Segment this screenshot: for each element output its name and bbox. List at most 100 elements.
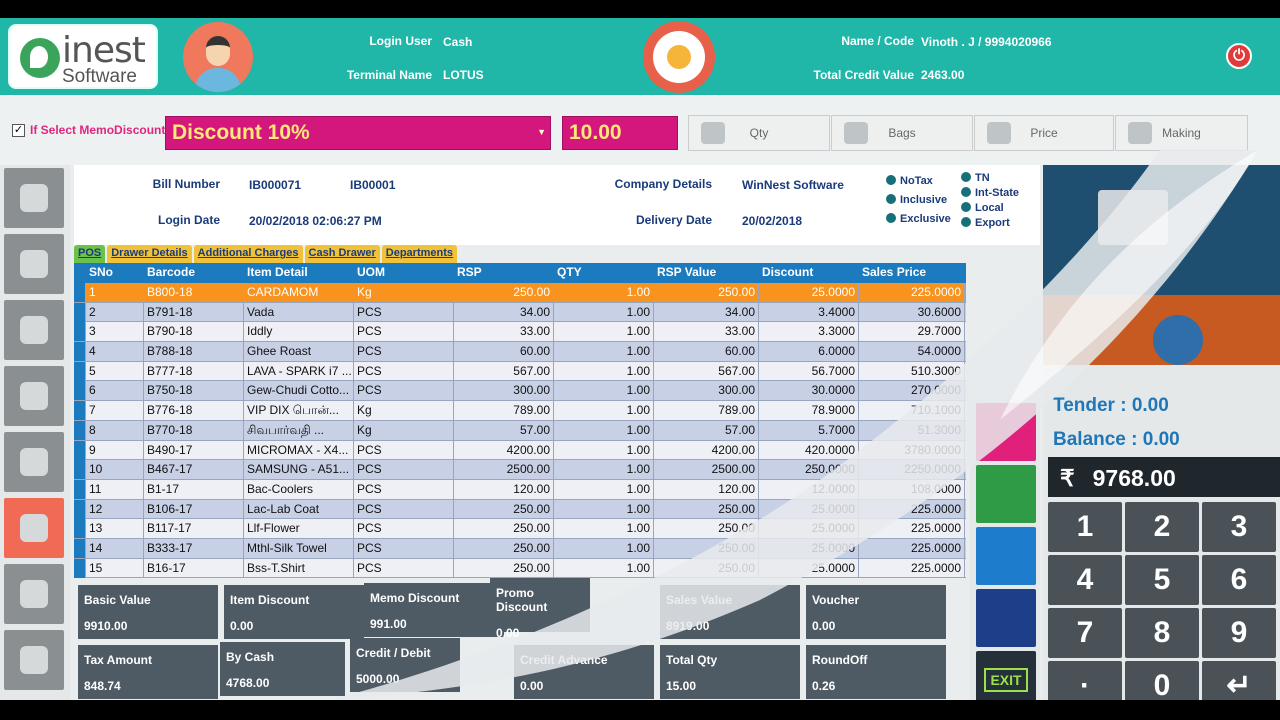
tab-price[interactable]: Price [974, 115, 1114, 151]
tab-qty[interactable]: Qty [688, 115, 830, 151]
power-icon[interactable]: ⏻ [1226, 43, 1252, 69]
keypad-key[interactable]: 8 [1125, 608, 1199, 658]
tab-additional-charges[interactable]: Additional Charges [193, 245, 303, 263]
memo-discount-checkbox[interactable]: ✓ [12, 124, 25, 137]
table-row[interactable]: 10 B467-17 SAMSUNG - A51... PCS 2500.00 1.00 2… [74, 460, 966, 480]
radio-inclusive[interactable]: Inclusive [886, 194, 947, 206]
radio-local[interactable]: Local [961, 202, 1004, 214]
radio-notax[interactable]: NoTax [886, 175, 933, 187]
row-marker[interactable] [74, 283, 86, 302]
credit-debit-box: Credit / Debit 5000.00 [350, 638, 460, 692]
column-header[interactable]: SNo [86, 263, 144, 282]
row-marker[interactable] [74, 401, 86, 421]
keypad-key[interactable]: 5 [1125, 555, 1199, 605]
keypad-key[interactable]: 9 [1202, 608, 1276, 658]
row-marker[interactable] [74, 519, 86, 539]
delivery-date-input[interactable]: 20/02/2018 [742, 214, 802, 228]
table-row[interactable]: 15 B16-17 Bss-T.Shirt PCS 250.00 1.00 250.00 25… [74, 558, 966, 579]
printer-icon [20, 448, 48, 476]
keypad-key[interactable]: 1 [1048, 502, 1122, 552]
keypad-key[interactable]: 0 [1125, 661, 1199, 700]
column-header[interactable]: QTY [554, 263, 654, 282]
table-row[interactable]: 5 B777-18 LAVA - SPARK i7 ... PCS 567.00 1.00… [74, 361, 966, 382]
card-terminal-button[interactable] [976, 465, 1036, 523]
gift-button[interactable] [976, 589, 1036, 647]
column-header[interactable]: Item Detail [244, 263, 354, 282]
exit-button[interactable]: EXIT [976, 651, 1036, 700]
table-row[interactable]: 9 B490-17 MICROMAX - X4... PCS 4200.00 1.00 42… [74, 440, 966, 461]
table-cell: 13 [86, 519, 144, 539]
row-marker[interactable] [74, 440, 86, 460]
column-header[interactable]: RSP [454, 263, 554, 282]
table-cell: 1.00 [554, 302, 654, 322]
table-cell: 250.00 [654, 538, 759, 558]
row-marker[interactable] [74, 302, 86, 322]
table-cell: 300.00 [654, 381, 759, 401]
print-button[interactable] [4, 432, 64, 492]
cash-button[interactable] [4, 630, 64, 690]
table-row[interactable]: 3 B790-18 Iddly PCS 33.00 1.00 33.00 3.3000 29.7… [74, 322, 966, 343]
settings-button[interactable] [4, 498, 64, 558]
discount-percent-button[interactable] [976, 403, 1036, 461]
table-cell: 54.0000 [859, 342, 965, 362]
keypad-key[interactable]: 4 [1048, 555, 1122, 605]
customer-button[interactable] [4, 168, 64, 228]
table-row[interactable]: 2 B791-18 Vada PCS 34.00 1.00 34.00 3.4000 30.60… [74, 302, 966, 323]
delete-button[interactable] [4, 300, 64, 360]
company-select[interactable]: WinNest Software [742, 178, 844, 192]
hand-button[interactable] [4, 234, 64, 294]
radio-export[interactable]: Export [961, 217, 1010, 229]
table-cell: B333-17 [144, 538, 244, 558]
keypad-key[interactable]: 2 [1125, 502, 1199, 552]
radio-tn[interactable]: TN [961, 172, 990, 184]
keypad-key[interactable]: 7 [1048, 608, 1122, 658]
column-header[interactable]: Discount [759, 263, 859, 282]
table-row[interactable]: 8 B770-18 சிவபார்வதி ... Kg 57.00 1.00 57.00 5.… [74, 420, 966, 441]
table-row[interactable]: 6 B750-18 Gew-Chudi Cotto... PCS 300.00 1.00 3… [74, 381, 966, 402]
row-marker[interactable] [74, 322, 86, 342]
table-cell: 78.9000 [759, 401, 859, 421]
tab-drawer-details[interactable]: Drawer Details [107, 245, 192, 263]
table-row[interactable]: 1 B800-18 CARDAMOM Kg 250.00 1.00 250.00 25.000… [74, 283, 966, 303]
row-marker[interactable] [74, 538, 86, 558]
tab-pos[interactable]: POS [74, 245, 106, 263]
table-row[interactable]: 4 B788-18 Ghee Roast PCS 60.00 1.00 60.00 6.000… [74, 342, 966, 362]
tab-cash-drawer[interactable]: Cash Drawer [304, 245, 380, 263]
table-cell: B770-18 [144, 420, 244, 440]
keypad-key[interactable]: 3 [1202, 502, 1276, 552]
discount-select[interactable]: Discount 10% ▼ [165, 116, 551, 150]
cheque-button[interactable] [976, 527, 1036, 585]
by-cash-value: 4768.00 [226, 676, 270, 690]
tab-departments[interactable]: Departments [381, 245, 458, 263]
column-header[interactable]: UOM [354, 263, 454, 282]
cash-icon [20, 646, 48, 674]
table-cell: 1.00 [554, 401, 654, 421]
row-marker[interactable] [74, 361, 86, 381]
keypad-key[interactable]: 6 [1202, 555, 1276, 605]
table-row[interactable]: 14 B333-17 Mthl-Silk Towel PCS 250.00 1.00 250… [74, 538, 966, 559]
message-button[interactable] [4, 366, 64, 426]
table-row[interactable]: 7 B776-18 VIP DIX பொன்... Kg 789.00 1.00 789.0… [74, 401, 966, 421]
radio-int-state[interactable]: Int-State [961, 187, 1019, 199]
row-marker[interactable] [74, 499, 86, 519]
column-header[interactable]: Barcode [144, 263, 244, 282]
table-row[interactable]: 11 B1-17 Bac-Coolers PCS 120.00 1.00 120.00 12.… [74, 479, 966, 500]
tab-making[interactable]: Making [1115, 115, 1248, 151]
column-header[interactable]: RSP Value [654, 263, 759, 282]
row-marker[interactable] [74, 558, 86, 578]
card-button[interactable] [4, 564, 64, 624]
row-marker[interactable] [74, 420, 86, 440]
tab-bags[interactable]: Bags [831, 115, 973, 151]
table-row[interactable]: 12 B106-17 Lac-Lab Coat PCS 250.00 1.00 250.00… [74, 499, 966, 520]
row-marker[interactable] [74, 381, 86, 401]
keypad-key[interactable]: · [1048, 661, 1122, 700]
table-row[interactable]: 13 B117-17 Llf-Flower PCS 250.00 1.00 250.00 25… [74, 519, 966, 539]
radio-exclusive[interactable]: Exclusive [886, 213, 951, 225]
row-marker[interactable] [74, 342, 86, 362]
discount-value-input[interactable]: 10.00 [562, 116, 678, 150]
row-marker[interactable] [74, 479, 86, 499]
row-marker[interactable] [74, 460, 86, 480]
column-header[interactable]: Sales Price [859, 263, 965, 282]
table-cell: Kg [354, 420, 454, 440]
keypad-key[interactable]: ↵ [1202, 661, 1276, 700]
